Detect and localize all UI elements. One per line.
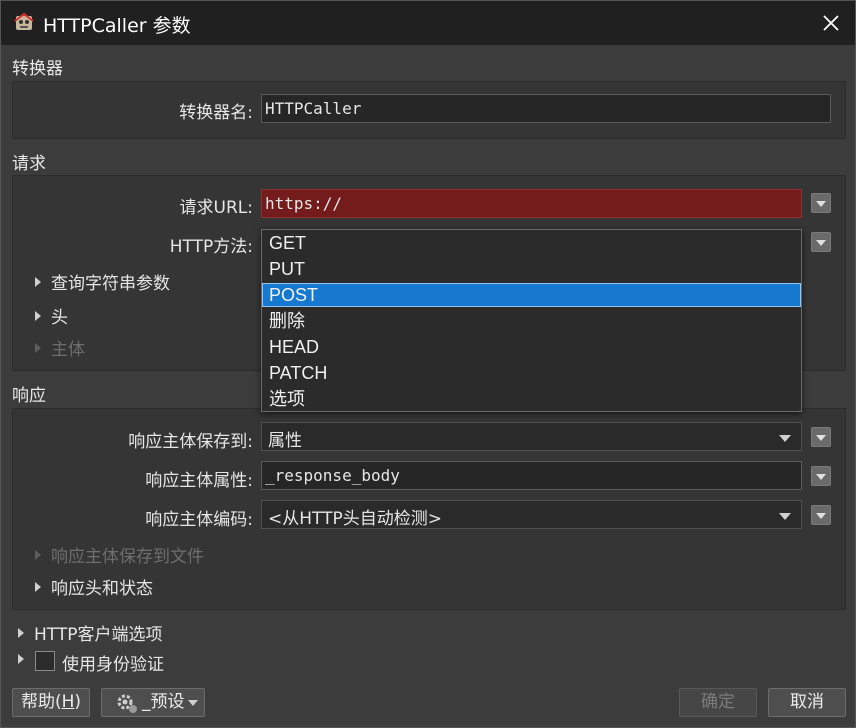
expand-triangle-icon <box>35 582 41 592</box>
presets-label: _预设 <box>142 692 185 712</box>
cancel-button[interactable]: 取消 <box>768 688 846 717</box>
request-url-input[interactable]: https:// <box>261 189 802 218</box>
http-method-option[interactable]: PATCH <box>262 361 801 385</box>
request-url-label: 请求URL: <box>179 198 253 218</box>
transformer-name-label: 转换器名: <box>179 103 253 123</box>
headers-status-label: 响应头和状态 <box>51 579 153 599</box>
headers-label: 头 <box>51 308 68 328</box>
http-method-option[interactable]: GET <box>262 231 801 255</box>
save-to-file-label: 响应主体保存到文件 <box>51 547 204 567</box>
response-save-to-select[interactable]: 属性 <box>261 422 802 451</box>
response-save-to-label: 响应主体保存到: <box>128 432 253 452</box>
response-section-label: 响应 <box>12 386 46 406</box>
client-options-label: HTTP客户端选项 <box>34 625 163 645</box>
http-method-dropdown[interactable]: GET PUT POST 删除 HEAD PATCH 选项 <box>261 229 802 412</box>
transformer-section-label: 转换器 <box>12 59 63 79</box>
gear-icon <box>117 694 137 713</box>
help-shortcut-key: H <box>61 692 75 712</box>
http-method-option[interactable]: PUT <box>262 257 801 281</box>
app-icon <box>13 12 35 34</box>
http-method-option[interactable]: POST <box>262 283 801 307</box>
auth-checkbox[interactable] <box>35 651 55 671</box>
close-icon <box>823 15 839 31</box>
request-section-label: 请求 <box>12 154 46 174</box>
expand-triangle-icon <box>35 550 41 560</box>
response-encoding-select[interactable]: <从HTTP头自动检测> <box>261 500 802 529</box>
chevron-down-icon <box>188 700 198 706</box>
client-options-expander[interactable]: HTTP客户端选项 <box>18 620 163 645</box>
http-method-option[interactable]: 选项 <box>262 387 801 411</box>
response-attr-menu-button[interactable] <box>811 466 831 486</box>
chevron-down-icon <box>779 513 791 520</box>
http-method-label: HTTP方法: <box>169 237 253 257</box>
response-attr-input[interactable]: _response_body <box>261 461 802 490</box>
save-to-file-expander: 响应主体保存到文件 <box>35 542 204 567</box>
expand-triangle-icon <box>35 343 41 353</box>
request-url-menu-button[interactable] <box>811 193 831 213</box>
parameters-dialog: HTTPCaller 参数 转换器 转换器名: HTTPCaller 请求 请求… <box>0 0 856 728</box>
response-encoding-label: 响应主体编码: <box>145 510 253 530</box>
response-encoding-value: <从HTTP头自动检测> <box>268 509 442 529</box>
window-title: HTTPCaller 参数 <box>43 15 191 37</box>
presets-button[interactable]: _预设 <box>101 688 205 717</box>
ok-button: 确定 <box>679 688 757 717</box>
chevron-down-icon <box>779 435 791 442</box>
title-bar: HTTPCaller 参数 <box>1 1 855 45</box>
http-method-menu-button[interactable] <box>811 232 831 252</box>
response-save-to-menu-button[interactable] <box>811 427 831 447</box>
query-params-label: 查询字符串参数 <box>51 274 170 294</box>
query-params-expander[interactable]: 查询字符串参数 <box>35 269 170 294</box>
headers-expander[interactable]: 头 <box>35 303 68 328</box>
expand-triangle-icon <box>18 654 24 664</box>
headers-status-expander[interactable]: 响应头和状态 <box>35 574 153 599</box>
help-label-suffix: ) <box>74 692 82 712</box>
expand-triangle-icon <box>35 311 41 321</box>
body-expander: 主体 <box>35 335 85 360</box>
http-method-option[interactable]: 删除 <box>262 309 801 333</box>
auth-expander[interactable] <box>18 651 34 671</box>
transformer-name-input[interactable]: HTTPCaller <box>261 94 831 123</box>
response-attr-label: 响应主体属性: <box>145 471 253 491</box>
close-button[interactable] <box>813 5 849 41</box>
body-label: 主体 <box>51 340 85 360</box>
expand-triangle-icon <box>35 277 41 287</box>
help-label-prefix: 帮助( <box>20 692 62 712</box>
response-encoding-menu-button[interactable] <box>811 505 831 525</box>
response-save-to-value: 属性 <box>268 431 302 451</box>
expand-triangle-icon <box>18 628 24 638</box>
help-button[interactable]: 帮助(H) <box>12 688 90 717</box>
http-method-option[interactable]: HEAD <box>262 335 801 359</box>
auth-label: 使用身份验证 <box>62 655 164 675</box>
